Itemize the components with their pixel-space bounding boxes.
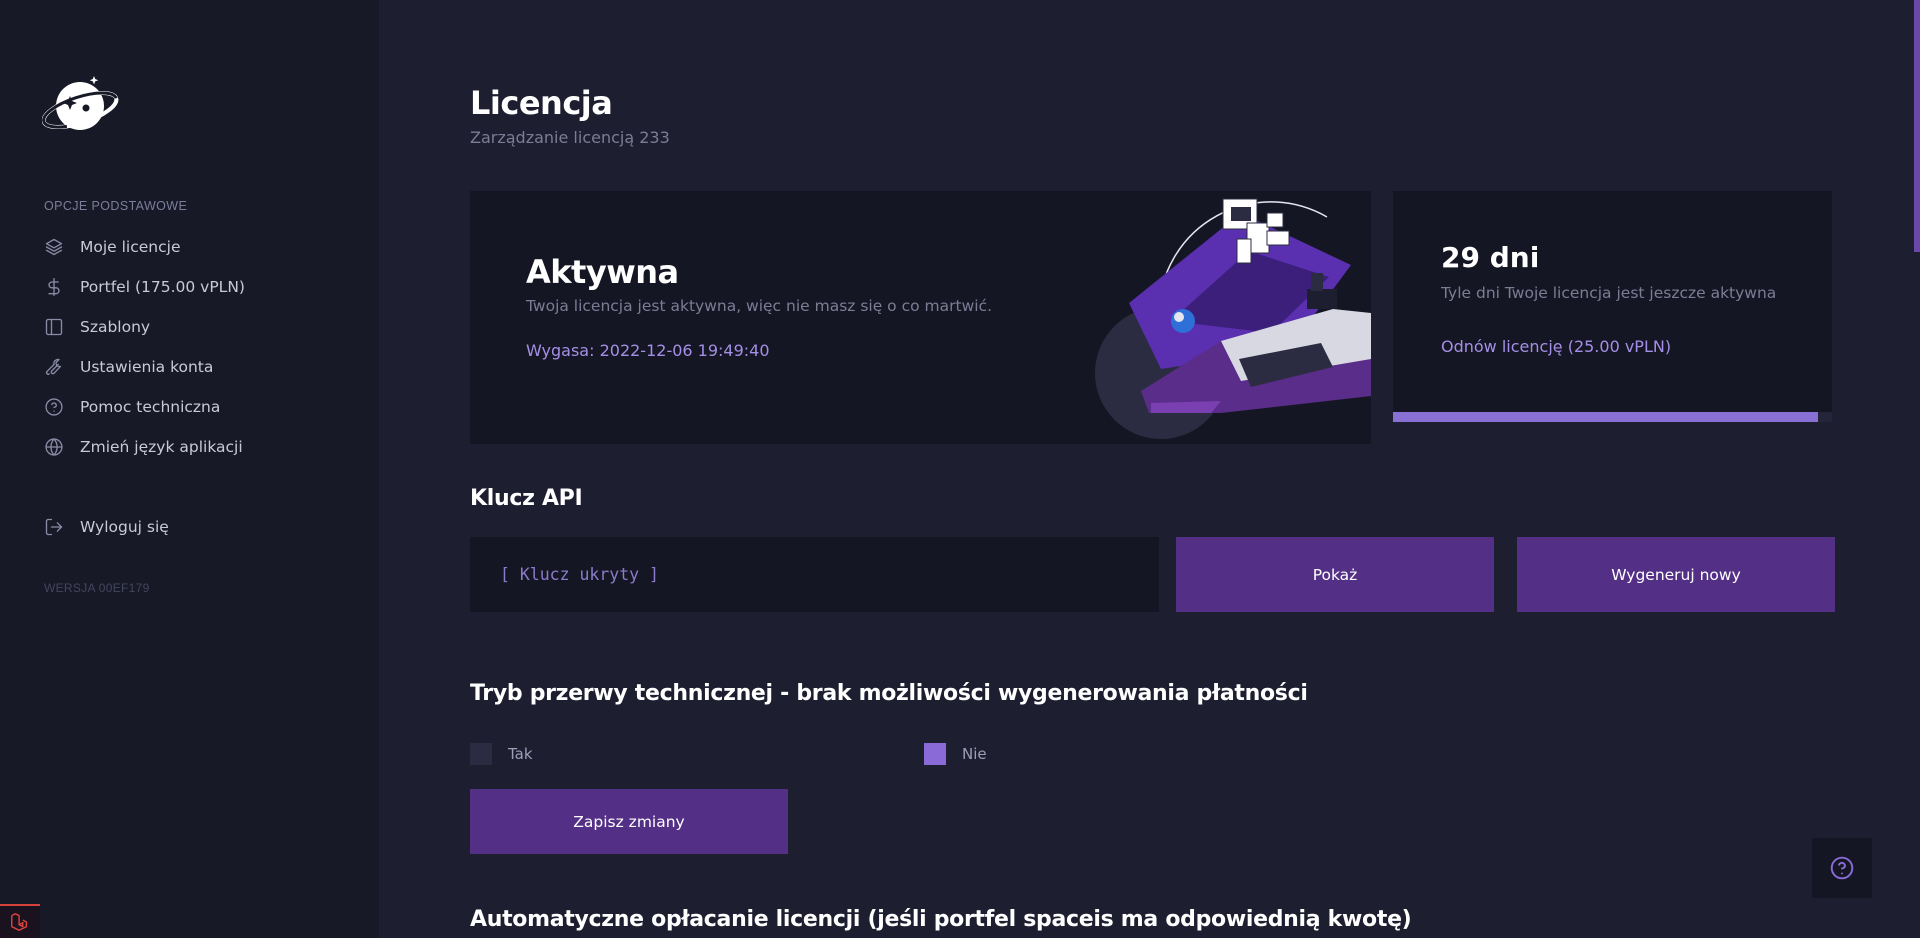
- dollar-icon: [44, 277, 64, 297]
- days-description: Tyle dni Twoje licencja jest jeszcze akt…: [1441, 284, 1777, 302]
- sidebar-item-account-settings[interactable]: Ustawienia konta: [44, 354, 213, 380]
- expiry-date: Wygasa: 2022-12-06 19:49:40: [526, 341, 770, 360]
- laravel-icon: [11, 913, 28, 931]
- api-key-field[interactable]: [ Klucz ukryty ]: [470, 537, 1159, 612]
- days-progress-bar: [1393, 412, 1832, 422]
- maintenance-option-yes[interactable]: Tak: [470, 743, 533, 765]
- sidebar-item-label: Portfel (175.00 vPLN): [80, 278, 245, 296]
- astronaut-spaceship-illustration: [1095, 198, 1371, 439]
- checkbox-no[interactable]: [924, 743, 946, 765]
- layout-icon: [44, 317, 64, 337]
- section-label: OPCJE PODSTAWOWE: [44, 199, 188, 213]
- sidebar-item-label: Szablony: [80, 318, 151, 336]
- days-remaining: 29 dni: [1441, 241, 1540, 274]
- show-key-button[interactable]: Pokaż: [1176, 537, 1494, 612]
- option-no-label: Nie: [962, 745, 987, 763]
- maintenance-option-no[interactable]: Nie: [924, 743, 987, 765]
- page-title: Licencja: [470, 84, 613, 122]
- days-progress-fill: [1393, 412, 1818, 422]
- license-days-card: 29 dni Tyle dni Twoje licencja jest jesz…: [1393, 191, 1832, 422]
- sidebar-item-label: Zmień język aplikacji: [80, 438, 243, 456]
- sidebar-item-wallet[interactable]: Portfel (175.00 vPLN): [44, 274, 245, 300]
- app-version: WERSJA 00EF179: [44, 581, 150, 595]
- sidebar-item-templates[interactable]: Szablony: [44, 314, 150, 340]
- checkbox-yes[interactable]: [470, 743, 492, 765]
- generate-key-button[interactable]: Wygeneruj nowy: [1517, 537, 1835, 612]
- sidebar-item-language[interactable]: Zmień język aplikacji: [44, 434, 243, 460]
- status-title: Aktywna: [526, 253, 679, 291]
- save-changes-button[interactable]: Zapisz zmiany: [470, 789, 788, 854]
- autopay-heading: Automatyczne opłacanie licencji (jeśli p…: [470, 907, 1412, 932]
- status-description: Twoja licencja jest aktywna, więc nie ma…: [526, 297, 993, 315]
- option-yes-label: Tak: [508, 745, 533, 763]
- sidebar-item-label: Pomoc techniczna: [80, 398, 221, 416]
- logout-label: Wyloguj się: [80, 518, 169, 536]
- page-subtitle: Zarządzanie licencją 233: [470, 128, 670, 147]
- renew-license-link[interactable]: Odnów licencję (25.00 vPLN): [1441, 337, 1671, 356]
- help-circle-icon: [1830, 856, 1854, 880]
- layers-icon: [44, 237, 64, 257]
- sidebar-item-logout[interactable]: Wyloguj się: [44, 514, 169, 540]
- help-circle-icon: [44, 397, 64, 417]
- help-button[interactable]: [1812, 838, 1872, 898]
- sidebar-item-my-licenses[interactable]: Moje licencje: [44, 234, 181, 260]
- sidebar-item-label: Moje licencje: [80, 238, 181, 256]
- sidebar-item-label: Ustawienia konta: [80, 358, 214, 376]
- maintenance-heading: Tryb przerwy technicznej - brak możliwoś…: [470, 681, 1308, 706]
- logout-icon: [44, 517, 64, 537]
- planet-logo-icon[interactable]: [42, 72, 122, 138]
- debug-badge[interactable]: [0, 904, 40, 938]
- scrollbar-thumb[interactable]: [1914, 0, 1920, 252]
- license-status-card: Aktywna Twoja licencja jest aktywna, wię…: [470, 191, 1371, 444]
- globe-icon: [44, 437, 64, 457]
- wrench-icon: [44, 357, 64, 377]
- api-key-heading: Klucz API: [470, 486, 583, 511]
- sidebar: OPCJE PODSTAWOWE Moje licencje Portfel (…: [0, 0, 379, 938]
- sidebar-item-support[interactable]: Pomoc techniczna: [44, 394, 220, 420]
